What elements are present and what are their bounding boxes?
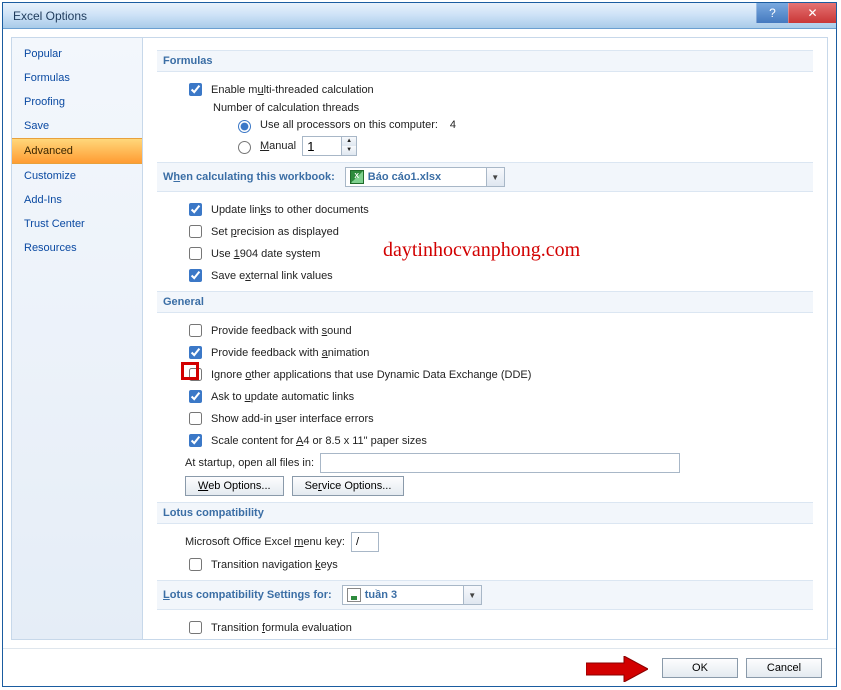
row-manual: Manual ▲ ▼ (233, 136, 813, 156)
dropdown-workbook-value: Báo cáo1.xlsx (368, 171, 441, 183)
row-enable-mt: Enable multi-threaded calculation (185, 80, 813, 99)
cancel-button[interactable]: Cancel (746, 658, 822, 678)
excel-file-icon: X (350, 170, 364, 184)
checkbox-ask-update[interactable] (189, 390, 202, 403)
section-calc-workbook: When calculating this workbook: X Báo cá… (157, 162, 813, 192)
checkbox-ignore-dde[interactable] (189, 368, 202, 381)
dropdown-lotus-sheet[interactable]: tuần 3 ▼ (342, 585, 482, 605)
window-buttons: ? ✕ (756, 3, 836, 23)
nav-addins[interactable]: Add-Ins (12, 188, 142, 212)
label-ask-update: Ask to update automatic links (211, 391, 354, 403)
ok-button[interactable]: OK (662, 658, 738, 678)
radio-manual[interactable] (238, 141, 251, 154)
label-ignore-dde: Ignore other applications that use Dynam… (211, 369, 531, 381)
nav-advanced[interactable]: Advanced (12, 138, 142, 164)
nav-trustcenter[interactable]: Trust Center (12, 212, 142, 236)
nav-formulas[interactable]: Formulas (12, 66, 142, 90)
section-general: General (157, 291, 813, 313)
label-enable-mt: Enable multi-threaded calculation (211, 84, 374, 96)
dropdown-workbook[interactable]: X Báo cáo1.xlsx ▼ (345, 167, 505, 187)
label-num-threads: Number of calculation threads (213, 102, 359, 114)
label-feedback-anim: Provide feedback with animation (211, 347, 369, 359)
section-lotus-settings: Lotus compatibility Settings for: tuần 3… (157, 580, 813, 610)
row-thread-count-label: Number of calculation threads (213, 102, 813, 114)
dialog-title: Excel Options (3, 9, 87, 23)
label-use-all: Use all processors on this computer: (260, 119, 438, 131)
label-save-ext-links: Save external link values (211, 270, 333, 282)
label-menu-key: Microsoft Office Excel menu key: (185, 536, 345, 548)
label-lotus-settings: Lotus compatibility Settings for: (163, 589, 332, 601)
help-button[interactable]: ? (756, 3, 788, 23)
radio-use-all[interactable] (238, 120, 251, 133)
row-use-all: Use all processors on this computer: 4 (233, 117, 813, 133)
btn-web-options[interactable]: Web Options... (185, 476, 284, 496)
input-manual-value[interactable] (303, 137, 341, 155)
nav-popular[interactable]: Popular (12, 42, 142, 66)
label-set-precision: Set precision as displayed (211, 226, 339, 238)
nav-proofing[interactable]: Proofing (12, 90, 142, 114)
value-processor-count: 4 (450, 119, 456, 131)
label-calc-workbook: When calculating this workbook: (163, 171, 335, 183)
nav-save[interactable]: Save (12, 114, 142, 138)
label-feedback-sound: Provide feedback with sound (211, 325, 352, 337)
checkbox-trans-formula-eval[interactable] (189, 621, 202, 634)
checkbox-enable-mt[interactable] (189, 83, 202, 96)
input-menu-key[interactable] (351, 532, 379, 552)
checkbox-use-1904[interactable] (189, 247, 202, 260)
excel-options-dialog: Excel Options ? ✕ Popular Formulas Proof… (2, 2, 837, 687)
input-startup-open[interactable] (320, 453, 680, 473)
label-manual: Manual (260, 140, 296, 152)
nav-resources[interactable]: Resources (12, 236, 142, 260)
close-button[interactable]: ✕ (788, 3, 836, 23)
chevron-down-icon[interactable]: ▼ (486, 168, 504, 186)
worksheet-icon (347, 588, 361, 602)
section-formulas: Formulas (157, 50, 813, 72)
chevron-down-icon[interactable]: ▼ (463, 586, 481, 604)
spinner-up-icon[interactable]: ▲ (342, 137, 356, 146)
checkbox-trans-nav[interactable] (189, 558, 202, 571)
label-update-links: Update links to other documents (211, 204, 369, 216)
nav-customize[interactable]: Customize (12, 164, 142, 188)
dropdown-lotus-value: tuần 3 (365, 589, 397, 601)
spinner-down-icon[interactable]: ▼ (342, 146, 356, 155)
checkbox-scale-a4[interactable] (189, 434, 202, 447)
btn-service-options[interactable]: Service Options... (292, 476, 405, 496)
dialog-footer: OK Cancel (3, 648, 836, 686)
checkbox-set-precision[interactable] (189, 225, 202, 238)
label-trans-nav: Transition navigation keys (211, 559, 338, 571)
spinner-manual[interactable]: ▲ ▼ (302, 136, 357, 156)
content-panel: Formulas Enable multi-threaded calculati… (143, 37, 828, 640)
label-scale-a4: Scale content for A4 or 8.5 x 11" paper … (211, 435, 427, 447)
label-trans-formula-eval: Transition formula evaluation (211, 622, 352, 634)
label-startup-open: At startup, open all files in: (185, 457, 314, 469)
checkbox-show-addin-err[interactable] (189, 412, 202, 425)
checkbox-update-links[interactable] (189, 203, 202, 216)
dialog-body: Popular Formulas Proofing Save Advanced … (3, 29, 836, 648)
section-lotus: Lotus compatibility (157, 502, 813, 524)
checkbox-save-ext-links[interactable] (189, 269, 202, 282)
label-use-1904: Use 1904 date system (211, 248, 320, 260)
nav-sidebar: Popular Formulas Proofing Save Advanced … (11, 37, 143, 640)
titlebar: Excel Options ? ✕ (3, 3, 836, 29)
checkbox-feedback-sound[interactable] (189, 324, 202, 337)
checkbox-feedback-anim[interactable] (189, 346, 202, 359)
label-show-addin-err: Show add-in user interface errors (211, 413, 374, 425)
